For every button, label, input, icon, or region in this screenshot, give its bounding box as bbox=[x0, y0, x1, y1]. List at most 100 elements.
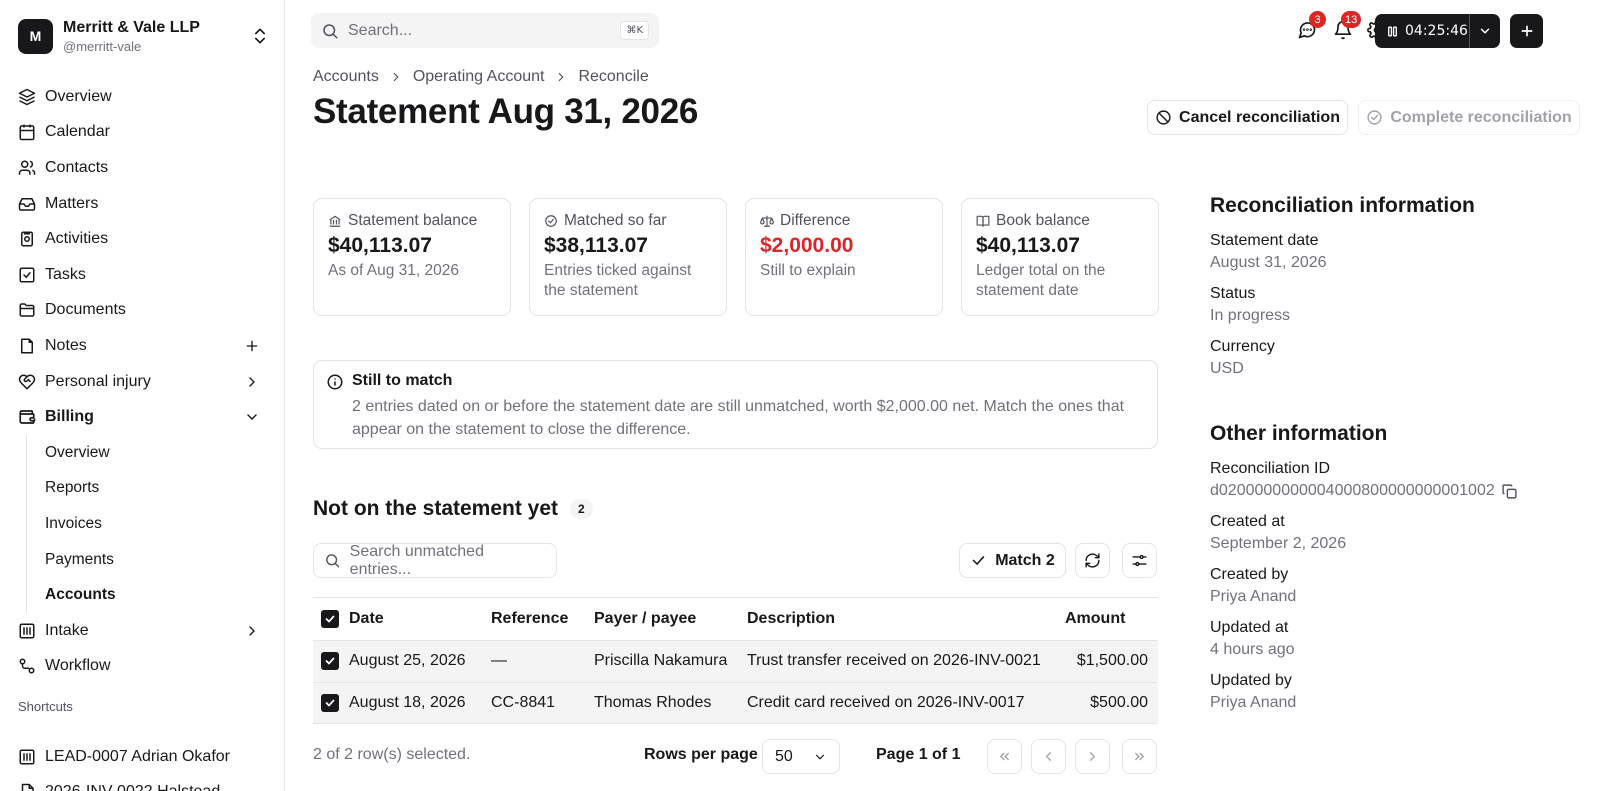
global-search[interactable]: Search... ⌘K bbox=[311, 13, 659, 48]
rows-per-page-select[interactable]: 50 bbox=[762, 739, 840, 774]
card-matched-so-far: Matched so far $38,113.07 Entries ticked… bbox=[529, 198, 727, 316]
next-page-button[interactable] bbox=[1075, 739, 1110, 774]
last-page-button[interactable] bbox=[1122, 739, 1157, 774]
shortcut-item[interactable]: 2026-INV-0022 Halstead bbox=[18, 777, 220, 791]
search-icon bbox=[326, 554, 340, 568]
chevron-right-icon bbox=[559, 72, 565, 82]
timer-toggle-button[interactable]: 04:25:46 bbox=[1375, 14, 1469, 48]
wallet-icon bbox=[19, 410, 36, 424]
nav-item-contacts[interactable]: Contacts bbox=[18, 150, 270, 186]
nav-label: Contacts bbox=[45, 158, 109, 176]
count-badge: 2 bbox=[570, 499, 593, 519]
check-icon bbox=[325, 615, 335, 623]
copy-icon[interactable] bbox=[1501, 483, 1518, 500]
shortcut-item[interactable]: LEAD-0007 Adrian Okafor bbox=[18, 742, 230, 772]
detail-label: Statement date bbox=[1210, 232, 1319, 249]
subnav-item-accounts[interactable]: Accounts bbox=[45, 577, 270, 613]
chevrons-up-down-icon bbox=[255, 28, 265, 44]
detail-value: In progress bbox=[1210, 307, 1291, 324]
nav-item-notes[interactable]: Notes bbox=[18, 328, 270, 364]
nav-item-overview[interactable]: Overview bbox=[18, 79, 270, 115]
column-header-payer[interactable]: Payer / payee bbox=[594, 610, 747, 628]
nav-item-intake[interactable]: Intake bbox=[18, 613, 270, 649]
column-header-reference[interactable]: Reference bbox=[491, 610, 594, 628]
shortcut-label: LEAD-0007 Adrian Okafor bbox=[45, 748, 230, 765]
shortcut-label: 2026-INV-0022 Halstead bbox=[45, 783, 220, 791]
plus-icon[interactable] bbox=[244, 338, 260, 354]
refresh-icon bbox=[1085, 553, 1100, 568]
subnav-item-overview[interactable]: Overview bbox=[45, 435, 270, 471]
subnav-item-reports[interactable]: Reports bbox=[45, 471, 270, 507]
unmatched-table: Date Reference Payer / payee Description… bbox=[313, 597, 1158, 724]
detail-label: Updated by bbox=[1210, 672, 1292, 689]
nav-item-calendar[interactable]: Calendar bbox=[18, 115, 270, 151]
nav-item-activities[interactable]: Activities bbox=[18, 221, 270, 257]
nav-item-matters[interactable]: Matters bbox=[18, 186, 270, 222]
match-button[interactable]: Match 2 bbox=[959, 543, 1066, 578]
card-label: Statement balance bbox=[348, 212, 478, 229]
card-value: $40,113.07 bbox=[976, 234, 1080, 257]
cancel-reconciliation-button[interactable]: Cancel reconciliation bbox=[1147, 100, 1348, 135]
card-label: Matched so far bbox=[564, 212, 667, 229]
nav-item-documents[interactable]: Documents bbox=[18, 293, 270, 329]
row-checkbox[interactable] bbox=[321, 652, 339, 671]
subnav-item-invoices[interactable]: Invoices bbox=[45, 506, 270, 542]
previous-page-button[interactable] bbox=[1031, 739, 1066, 774]
filter-button[interactable] bbox=[1122, 543, 1157, 578]
detail-value: September 2, 2026 bbox=[1210, 535, 1347, 552]
check-icon bbox=[325, 657, 335, 666]
chevron-down-icon bbox=[247, 414, 257, 421]
check-icon bbox=[972, 556, 985, 566]
pause-icon bbox=[1388, 25, 1397, 37]
nav-item-workflow[interactable]: Workflow bbox=[18, 649, 270, 685]
search-icon bbox=[323, 23, 338, 38]
card-difference: Difference $2,000.00 Still to explain bbox=[745, 198, 943, 316]
nav-label: Documents bbox=[45, 301, 126, 319]
detail-value: 4 hours ago bbox=[1210, 641, 1295, 658]
breadcrumb: Accounts Operating Account Reconcile bbox=[313, 68, 649, 86]
nav-item-tasks[interactable]: Tasks bbox=[18, 257, 270, 293]
summary-cards: Statement balance $40,113.07 As of Aug 3… bbox=[313, 198, 1159, 316]
org-name: Merritt & Vale LLP bbox=[63, 18, 200, 36]
nav-item-personal-injury[interactable]: Personal injury bbox=[18, 364, 270, 400]
page-title: Statement Aug 31, 2026 bbox=[313, 92, 699, 131]
search-shortcut: ⌘K bbox=[620, 21, 649, 40]
chevron-down-icon bbox=[1480, 28, 1490, 34]
breadcrumb-operating-account[interactable]: Operating Account bbox=[413, 68, 545, 86]
card-subtext: Still to explain bbox=[760, 262, 856, 279]
sidebar: M Merritt & Vale LLP @merritt-vale Overv… bbox=[0, 0, 285, 791]
ban-icon bbox=[1156, 110, 1171, 125]
document-icon bbox=[21, 783, 34, 791]
nav-label: Matters bbox=[45, 194, 99, 212]
cell-description: Credit card received on 2026-INV-0017 bbox=[747, 693, 1025, 711]
nav-item-billing[interactable]: Billing bbox=[18, 399, 270, 435]
breadcrumb-accounts[interactable]: Accounts bbox=[313, 68, 379, 86]
select-all-checkbox[interactable] bbox=[321, 610, 339, 628]
table-row[interactable]: August 18, 2026 CC-8841 Thomas Rhodes Cr… bbox=[313, 682, 1158, 724]
subnav-item-payments[interactable]: Payments bbox=[45, 542, 270, 578]
detail-value: Priya Anand bbox=[1210, 588, 1297, 605]
calendar-icon bbox=[19, 124, 35, 141]
row-checkbox[interactable] bbox=[321, 693, 339, 712]
unmatched-search-input[interactable]: Search unmatched entries... bbox=[313, 543, 557, 578]
refresh-button[interactable] bbox=[1075, 543, 1110, 578]
create-button[interactable] bbox=[1510, 14, 1543, 48]
table-row[interactable]: August 25, 2026 — Priscilla Nakamura Tru… bbox=[313, 641, 1158, 683]
timer-dropdown-button[interactable] bbox=[1469, 14, 1500, 48]
check-circle-icon bbox=[1367, 110, 1382, 125]
column-header-description[interactable]: Description bbox=[747, 610, 1065, 628]
search-placeholder: Search... bbox=[348, 21, 413, 39]
chevron-left-icon bbox=[1045, 752, 1051, 761]
column-header-amount[interactable]: Amount bbox=[1065, 610, 1158, 628]
users-icon bbox=[18, 160, 36, 175]
detail-value: USD bbox=[1210, 360, 1244, 377]
chevron-right-icon bbox=[249, 376, 255, 387]
card-subtext: Ledger total on the statement date bbox=[976, 262, 1106, 299]
complete-reconciliation-button[interactable]: Complete reconciliation bbox=[1358, 100, 1580, 135]
org-switcher[interactable]: M Merritt & Vale LLP @merritt-vale bbox=[18, 17, 270, 55]
column-header-date[interactable]: Date bbox=[349, 610, 491, 628]
first-page-button[interactable] bbox=[987, 739, 1022, 774]
sliders-icon bbox=[1132, 554, 1147, 567]
still-to-match-alert: Still to match 2 entries dated on or bef… bbox=[313, 360, 1158, 449]
nav-label: Billing bbox=[45, 408, 94, 426]
